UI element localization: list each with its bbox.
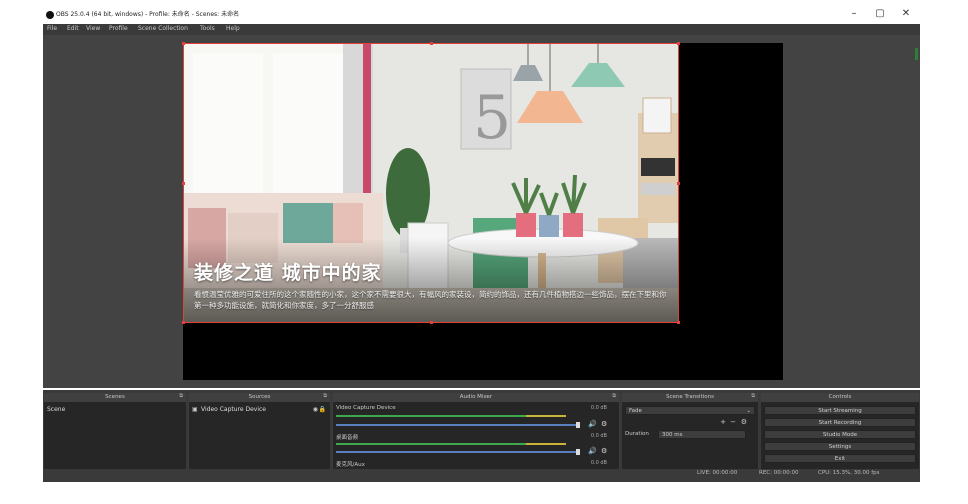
volume-meter-peak: [526, 443, 566, 445]
float-dock-icon[interactable]: ⧉: [751, 393, 755, 399]
volume-fader[interactable]: [336, 451, 576, 453]
menu-bar: File Edit View Profile Scene Collection …: [43, 24, 920, 35]
resize-handle[interactable]: [430, 321, 433, 324]
start-recording-button[interactable]: Start Recording: [764, 418, 916, 427]
sources-dock: Sources ⧉ Video Capture Device ▣ ◉ 🔒 + −…: [189, 393, 330, 479]
preview-paragraph: 看惯温莹优雅的可爱住所的这个家随性的小家，这个家不需要很大，有幅风的家装设，简约…: [194, 290, 667, 310]
mixer-channel-label: 桌面音频: [336, 435, 359, 441]
visibility-eye-icon[interactable]: ◉: [313, 406, 318, 413]
scenes-dock: Scenes ⧉ Scene + − ⌃ ⌄: [44, 393, 186, 479]
audio-mixer-title: Audio Mixer: [333, 393, 619, 402]
resize-handle[interactable]: [182, 321, 185, 324]
volume-fader-knob[interactable]: [576, 449, 580, 455]
volume-meter: [336, 443, 526, 445]
rec-status: REC: 00:00:00: [759, 470, 799, 476]
speaker-icon[interactable]: 🔊: [588, 420, 597, 428]
menu-file[interactable]: File: [47, 25, 57, 32]
add-transition-icon[interactable]: +: [720, 418, 726, 426]
transition-select-value: Fade: [629, 408, 642, 414]
volume-fader-knob[interactable]: [576, 422, 580, 428]
resize-handle[interactable]: [677, 42, 680, 45]
menu-help[interactable]: Help: [226, 25, 240, 32]
resize-handle[interactable]: [430, 42, 433, 45]
settings-button[interactable]: Settings: [764, 442, 916, 451]
start-streaming-button[interactable]: Start Streaming: [764, 406, 916, 415]
svg-text:5: 5: [473, 83, 511, 153]
minimize-button[interactable]: –: [846, 8, 862, 19]
cpu-status: CPU: 15.3%, 30.00 fps: [818, 470, 880, 476]
scene-transitions-dock: Scene Transitions ⧉ Fade ⌄ + − ⚙ Duratio…: [622, 393, 758, 479]
resize-handle[interactable]: [182, 42, 185, 45]
duration-input[interactable]: 300 ms: [658, 430, 746, 439]
exit-button[interactable]: Exit: [764, 454, 916, 463]
menu-view[interactable]: View: [86, 25, 100, 32]
menu-tools[interactable]: Tools: [200, 25, 215, 32]
controls-dock: Controls Start Streaming Start Recording…: [761, 393, 919, 479]
window-title: OBS 25.0.4 (64 bit, windows) - Profile: …: [56, 11, 240, 18]
sources-dock-title: Sources: [189, 393, 330, 402]
chevron-down-icon: ⌄: [746, 408, 751, 414]
scene-list-item[interactable]: Scene: [44, 405, 186, 414]
lock-icon[interactable]: 🔒: [319, 406, 326, 413]
scrollbar-indicator[interactable]: [915, 48, 918, 60]
audio-mixer-dock: Audio Mixer ⧉ Video Capture Device 0.0 d…: [333, 393, 619, 479]
source-list-item[interactable]: Video Capture Device: [189, 405, 330, 414]
float-dock-icon[interactable]: ⧉: [323, 393, 327, 399]
duration-label: Duration: [625, 431, 649, 437]
speaker-icon[interactable]: 🔊: [588, 447, 597, 455]
menu-profile[interactable]: Profile: [109, 25, 128, 32]
scenes-dock-title: Scenes: [44, 393, 186, 402]
live-status: LIVE: 00:00:00: [697, 470, 738, 476]
mixer-channel-label: Video Capture Device: [336, 405, 396, 411]
float-dock-icon[interactable]: ⧉: [612, 393, 616, 399]
maximize-button[interactable]: ▢: [872, 8, 888, 19]
gear-icon[interactable]: ⚙: [601, 420, 607, 428]
controls-title: Controls: [761, 393, 919, 402]
mixer-channel-db: 0.0 dB: [590, 433, 607, 439]
gear-icon[interactable]: ⚙: [741, 418, 747, 426]
obs-app-icon: [46, 11, 54, 19]
volume-meter: [336, 415, 526, 417]
resize-handle[interactable]: [677, 182, 680, 185]
transition-select[interactable]: Fade ⌄: [625, 406, 755, 415]
mixer-channel-label: 麦克风/Aux: [336, 462, 365, 468]
remove-transition-icon[interactable]: −: [730, 418, 736, 426]
studio-mode-button[interactable]: Studio Mode: [764, 430, 916, 439]
mixer-channel-db: 0.0 dB: [590, 405, 607, 411]
menu-scene-collection[interactable]: Scene Collection: [138, 25, 188, 32]
title-bar: OBS 25.0.4 (64 bit, windows) - Profile: …: [40, 6, 920, 24]
volume-fader[interactable]: [336, 424, 576, 426]
mixer-channel-db: 0.0 dB: [590, 460, 607, 466]
resize-handle[interactable]: [677, 321, 680, 324]
scene-transitions-title: Scene Transitions: [622, 393, 758, 402]
camera-icon: ▣: [192, 406, 198, 413]
float-dock-icon[interactable]: ⧉: [179, 393, 183, 399]
preview-heading: 装修之道 城市中的家: [194, 262, 382, 284]
status-bar: LIVE: 00:00:00 REC: 00:00:00 CPU: 15.3%,…: [43, 469, 920, 481]
close-button[interactable]: ✕: [898, 8, 914, 19]
resize-handle[interactable]: [182, 182, 185, 185]
volume-meter-peak: [526, 415, 566, 417]
menu-edit[interactable]: Edit: [67, 25, 79, 32]
gear-icon[interactable]: ⚙: [601, 447, 607, 455]
